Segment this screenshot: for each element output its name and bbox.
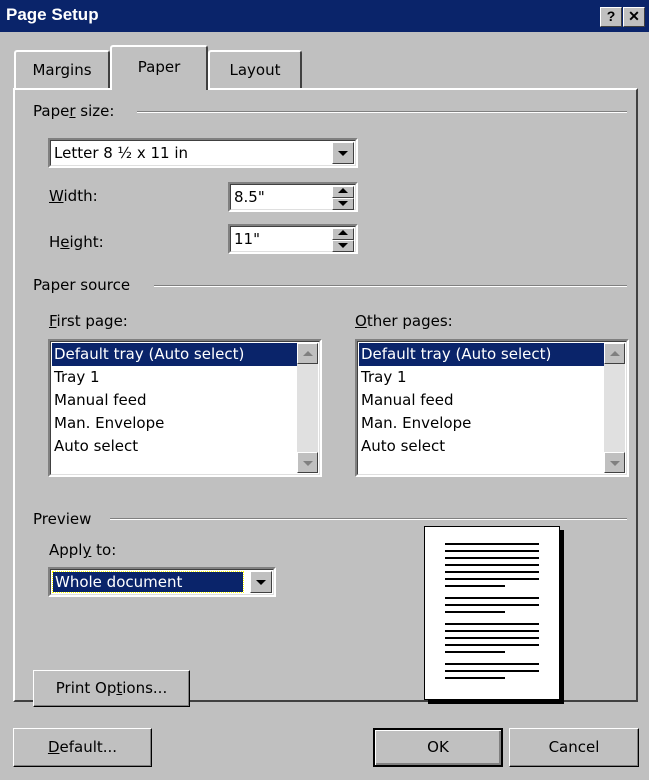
tab-margins-label: Margins [32,61,92,79]
tab-layout-label: Layout [229,61,281,79]
height-up-button[interactable] [332,228,354,240]
arrow-up-icon [609,350,620,356]
apply-to-value: Whole document [52,571,244,593]
width-spinner[interactable]: 8.5" [228,182,358,212]
arrow-up-icon [338,188,348,193]
width-up-button[interactable] [332,186,354,198]
list-item[interactable]: Tray 1 [52,366,297,389]
print-options-button[interactable]: Print Options... [33,670,190,707]
paper-size-select[interactable]: Letter 8 ½ x 11 in [48,138,358,168]
scroll-up-button[interactable] [297,343,318,364]
arrow-down-icon [338,243,348,248]
width-down-button[interactable] [332,198,354,210]
paper-size-value: Letter 8 ½ x 11 in [54,144,189,162]
preview-label: Preview [33,510,92,528]
list-item[interactable]: Default tray (Auto select) [52,343,297,366]
list-item[interactable]: Manual feed [359,389,604,412]
paper-size-label: Paper size: [33,102,115,120]
list-item[interactable]: Auto select [359,435,604,458]
chevron-down-icon [338,151,348,156]
arrow-down-icon [302,460,313,466]
arrow-up-icon [302,350,313,356]
first-page-scrollbar[interactable] [297,343,318,473]
scroll-up-button[interactable] [604,343,625,364]
default-button[interactable]: Default... [13,728,152,767]
scroll-down-button[interactable] [604,452,625,473]
title-bar[interactable]: Page Setup ? ✕ [0,0,649,32]
paper-source-label: Paper source [33,276,131,294]
cancel-label: Cancel [548,738,600,756]
print-options-label: Print Options... [55,679,168,697]
list-item[interactable]: Man. Envelope [359,412,604,435]
paper-size-dropdown-button[interactable] [332,142,354,164]
arrow-down-icon [338,201,348,206]
list-item[interactable]: Man. Envelope [52,412,297,435]
arrow-up-icon [338,230,348,235]
apply-to-dropdown-button[interactable] [250,571,272,593]
tab-layout[interactable]: Layout [208,50,302,89]
list-item[interactable]: Manual feed [52,389,297,412]
height-spinner[interactable]: 11" [228,224,358,254]
scroll-down-button[interactable] [297,452,318,473]
height-down-button[interactable] [332,240,354,252]
tab-paper-label: Paper [137,58,181,76]
page-preview [424,526,560,700]
close-button[interactable]: ✕ [623,7,645,27]
arrow-down-icon [609,460,620,466]
other-pages-label: Other pages: [355,312,453,330]
default-label: Default... [47,738,118,756]
tab-margins[interactable]: Margins [14,50,110,89]
other-pages-scrollbar[interactable] [604,343,625,473]
chevron-down-icon [256,580,266,585]
cancel-button[interactable]: Cancel [509,728,639,767]
list-item[interactable]: Default tray (Auto select) [359,343,604,366]
preview-divider [110,518,627,520]
list-item[interactable]: Tray 1 [359,366,604,389]
paper-size-divider [137,111,627,113]
height-label: Height: [49,233,104,251]
tab-paper[interactable]: Paper [110,45,208,90]
other-pages-listbox[interactable]: Default tray (Auto select) Tray 1 Manual… [355,339,629,477]
paper-source-divider [154,285,627,287]
close-icon: ✕ [628,8,640,24]
first-page-listbox[interactable]: Default tray (Auto select) Tray 1 Manual… [48,339,322,477]
apply-to-label: Apply to: [49,541,117,559]
height-value: 11" [234,230,260,248]
first-page-label: First page: [49,312,128,330]
help-button[interactable]: ? [600,7,622,27]
ok-label: OK [427,738,449,756]
list-item[interactable]: Auto select [52,435,297,458]
ok-button[interactable]: OK [373,728,503,767]
width-label: Width: [49,187,98,205]
window-title: Page Setup [6,5,99,24]
apply-to-select[interactable]: Whole document [48,567,276,597]
width-value: 8.5" [234,188,265,206]
